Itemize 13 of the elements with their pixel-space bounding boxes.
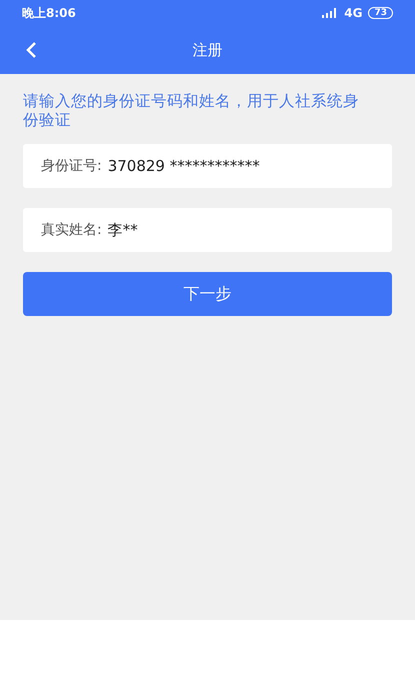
field-value: 李** bbox=[108, 220, 139, 240]
instruction-text: 请输入您的身份证号码和姓名，用于人社系统身份验证 bbox=[22, 91, 360, 131]
signal-icon bbox=[322, 8, 338, 18]
input-field[interactable]: 真实姓名: 李** bbox=[23, 208, 392, 252]
next-button[interactable]: 下一步 bbox=[23, 272, 392, 316]
status-time: 晚上8:06 bbox=[22, 4, 76, 22]
input-field[interactable]: 身份证号: 370829 ************ bbox=[23, 144, 392, 188]
field-label: 真实姓名: bbox=[41, 221, 102, 239]
battery-level: 73 bbox=[368, 7, 393, 19]
field-value: 370829 ************ bbox=[108, 157, 261, 175]
page-title: 注册 bbox=[192, 40, 222, 60]
network-type: 4G bbox=[344, 6, 362, 20]
field-label: 身份证号: bbox=[41, 157, 102, 175]
